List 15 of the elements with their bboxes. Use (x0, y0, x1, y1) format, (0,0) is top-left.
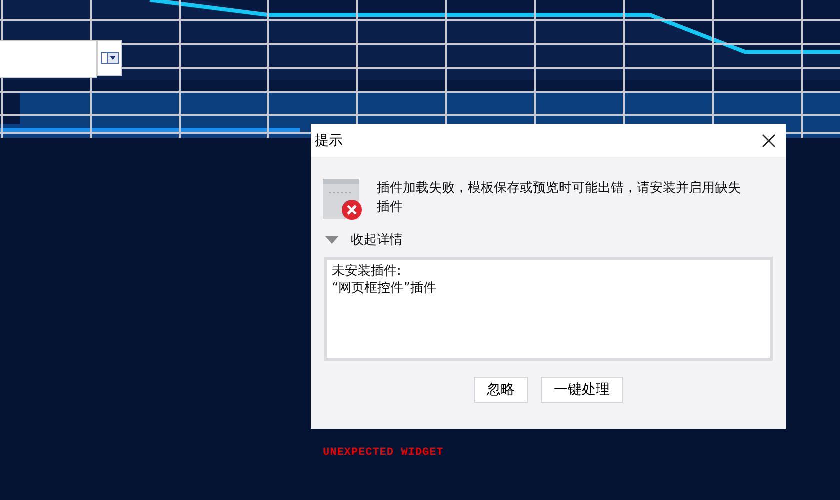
dropdown-icon (100, 52, 118, 64)
dialog-button[interactable]: 一键处理 (541, 377, 623, 403)
close-icon (762, 134, 776, 148)
dialog-button[interactable]: 忽略 (474, 377, 528, 403)
dropdown-button[interactable] (97, 40, 122, 76)
details-toggle[interactable]: 收起详情 (325, 231, 403, 249)
details-line: 未安装插件: (332, 263, 402, 280)
details-line: “网页框控件”插件 (332, 280, 438, 297)
warning-text: UNEXPECTED WIDGET (323, 447, 444, 459)
caret-icon (325, 235, 339, 245)
dialog-title: 提示 (315, 132, 343, 150)
error-message: 插件加载失败，模板保存或预览时可能出错，请安装并启用缺失插件 (377, 180, 742, 217)
plugin-error-icon (323, 179, 363, 221)
grid-edge-drawing (786, 124, 840, 138)
combo-field[interactable] (0, 40, 97, 78)
